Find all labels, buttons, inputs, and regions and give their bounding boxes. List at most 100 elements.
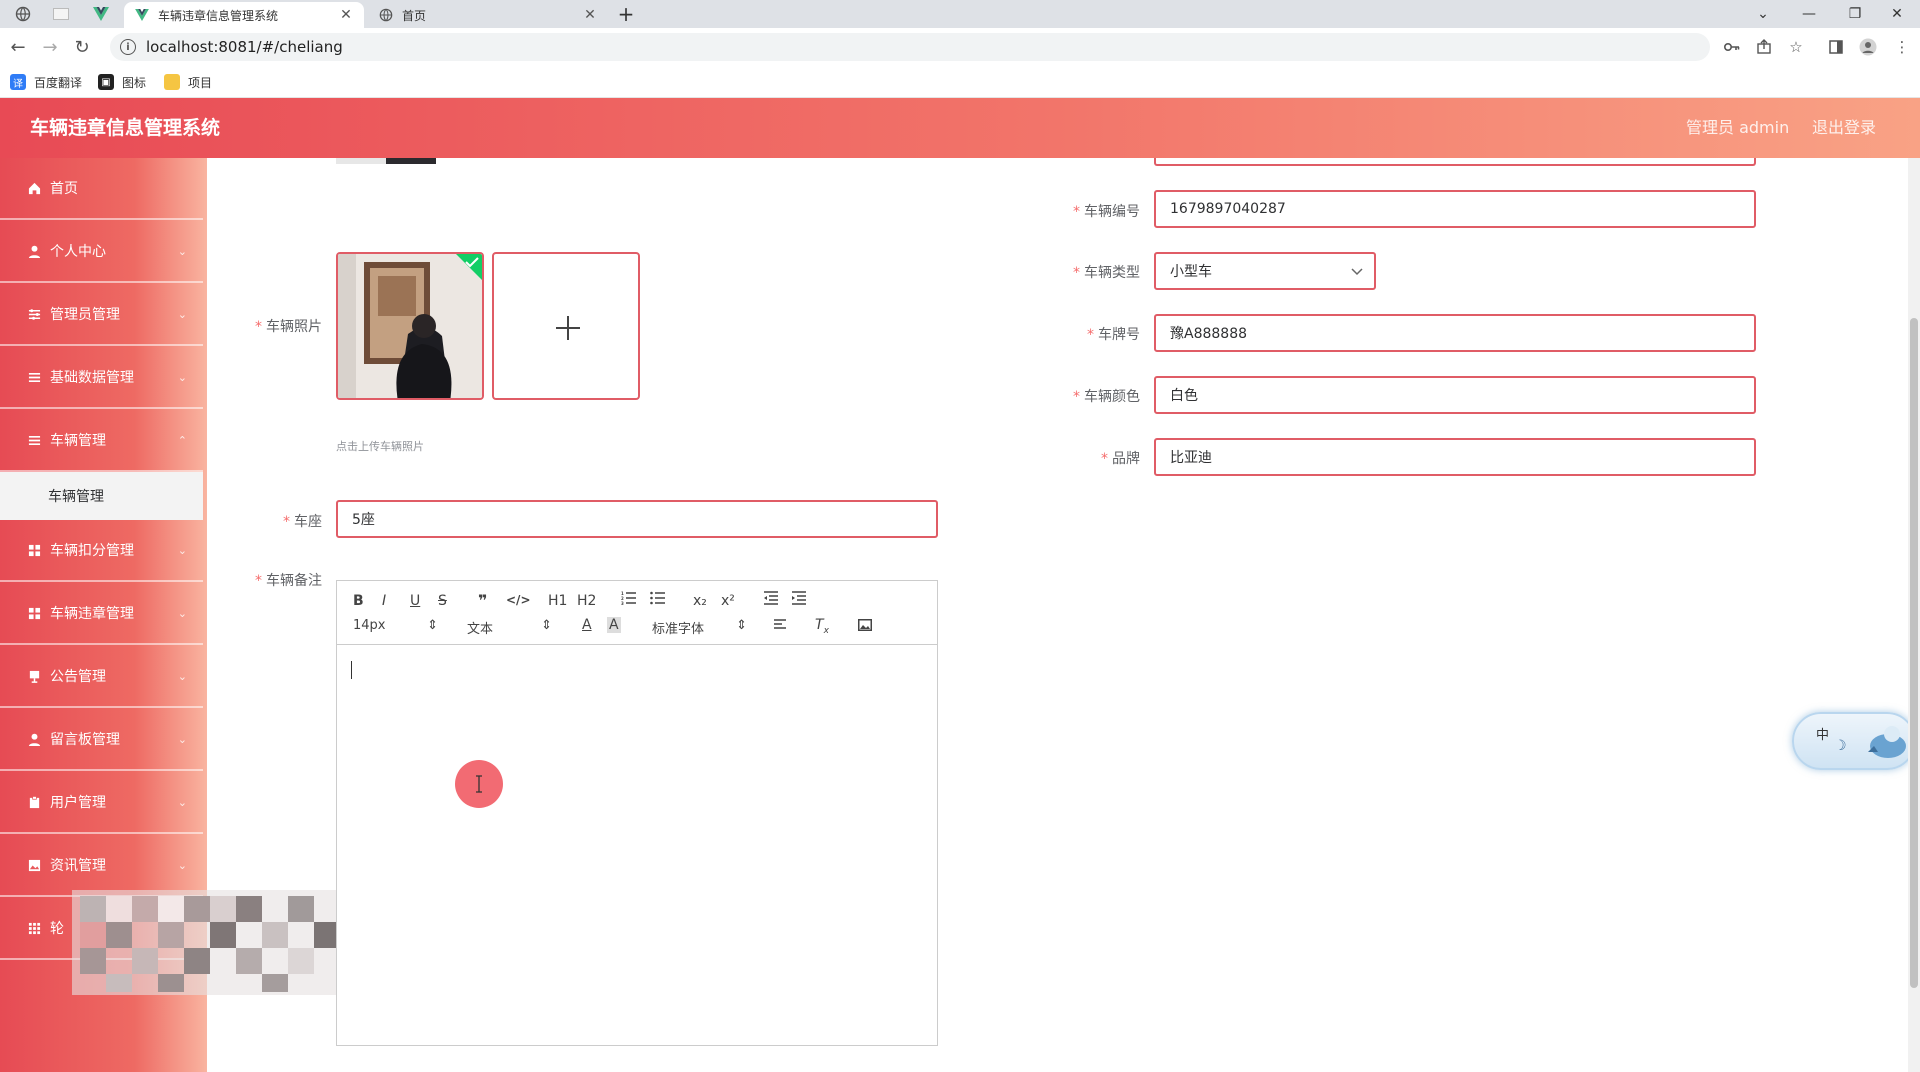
font-family-select[interactable]: 标准字体 ⇕ (652, 618, 747, 637)
page-scrollbar[interactable] (1908, 158, 1920, 1072)
back-icon[interactable]: ← (6, 35, 30, 59)
sidebar-item-vehicle-management[interactable]: 车辆管理 ⌃ (0, 410, 203, 472)
font-family-value: 标准字体 (652, 622, 705, 637)
sidebar-panel-icon[interactable] (1826, 37, 1846, 57)
brand-input[interactable]: 比亚迪 (1154, 438, 1756, 476)
key-icon[interactable] (1722, 37, 1742, 57)
sidebar-item-message-board[interactable]: 留言板管理 ⌄ (0, 709, 203, 771)
ordered-list-icon[interactable]: 123 (621, 591, 637, 609)
font-color-icon[interactable]: A (582, 617, 592, 633)
profile-icon[interactable] (1858, 37, 1878, 57)
bullet-list-icon[interactable] (650, 591, 666, 609)
bookmark-baidu-translate[interactable]: 译 百度翻译 (10, 73, 82, 91)
menu-dots-icon[interactable]: ⋮ (1892, 37, 1912, 57)
sidebar-item-basic-data[interactable]: 基础数据管理 ⌄ (0, 347, 203, 409)
color-label-text: 车辆颜色 (1084, 389, 1140, 405)
globe-icon[interactable] (8, 3, 38, 25)
image-icon (26, 857, 42, 873)
seat-input[interactable]: 5座 (336, 500, 938, 538)
close-icon[interactable]: ✕ (582, 7, 598, 23)
tab-active[interactable]: 车辆违章信息管理系统 ✕ (124, 2, 364, 28)
new-tab-button[interactable]: + (614, 2, 638, 26)
reload-icon[interactable]: ↻ (70, 35, 94, 59)
vehicle-number-input[interactable]: 1679897040287 (1154, 190, 1756, 228)
sidebar-item-users[interactable]: 用户管理 ⌄ (0, 772, 203, 834)
share-icon[interactable] (1754, 37, 1774, 57)
scrolled-image-remnant (336, 158, 386, 164)
bookmark-project[interactable]: 项目 (164, 73, 212, 91)
quote-icon[interactable]: ❞ (478, 591, 487, 610)
sidebar-item-vehicle-points[interactable]: 车辆扣分管理 ⌄ (0, 520, 203, 582)
heading2-button[interactable]: H2 (577, 593, 596, 609)
italic-button[interactable]: I (382, 593, 386, 609)
code-icon[interactable]: </> (506, 593, 531, 607)
sidebar-item-admin-management[interactable]: 管理员管理 ⌄ (0, 284, 203, 346)
sidebar-item-label: 用户管理 (50, 795, 106, 811)
info-icon[interactable]: i (120, 39, 136, 55)
remark-editor[interactable]: B I U S ❞ </> H1 H2 123 x₂ x² 14px ⇕ 文本 … (336, 580, 938, 1046)
browser-tab-bar: 车辆违章信息管理系统 ✕ 首页 ✕ + ⌄ — ❐ ✕ (0, 0, 1920, 28)
forward-icon[interactable]: → (38, 35, 62, 59)
tab-title: 首页 (402, 8, 427, 23)
sidebar-item-label: 轮 (50, 921, 64, 937)
superscript-button[interactable]: x² (721, 593, 735, 609)
bookmark-icons[interactable]: ▣ 图标 (98, 73, 146, 91)
background-color-icon[interactable]: A (607, 617, 621, 633)
block-format-select[interactable]: 文本 ⇕ (467, 618, 552, 637)
scrollbar-thumb[interactable] (1910, 318, 1918, 988)
restore-icon[interactable]: ❐ (1832, 0, 1878, 28)
outdent-icon[interactable] (763, 591, 779, 609)
type-label-text: 车辆类型 (1084, 265, 1140, 281)
vue-logo-icon[interactable] (86, 3, 116, 25)
app-title: 车辆违章信息管理系统 (30, 117, 221, 139)
sidebar-item-label: 车辆管理 (50, 433, 106, 449)
logout-link[interactable]: 退出登录 (1812, 98, 1876, 158)
clear-format-icon[interactable]: Tx (815, 617, 829, 636)
minimize-icon[interactable]: — (1786, 0, 1832, 28)
star-icon[interactable]: ☆ (1786, 37, 1806, 57)
app-header: 车辆违章信息管理系统 管理员 admin 退出登录 (0, 98, 1920, 158)
insert-image-icon[interactable] (858, 619, 872, 635)
upload-add-button[interactable] (492, 252, 640, 400)
sidebar-item-vehicle-violations[interactable]: 车辆违章管理 ⌄ (0, 583, 203, 645)
sidebar-item-home[interactable]: 首页 (0, 158, 203, 220)
chevron-down-icon[interactable]: ⌄ (1740, 0, 1786, 28)
upload-tip: 点击上传车辆照片 (336, 440, 424, 453)
blank-tab-icon[interactable] (46, 3, 76, 25)
user-icon (26, 731, 42, 747)
close-window-icon[interactable]: ✕ (1874, 0, 1920, 28)
vehicle-type-select[interactable]: 小型车 (1154, 252, 1376, 290)
close-icon[interactable]: ✕ (338, 7, 354, 23)
bold-button[interactable]: B (353, 593, 364, 609)
sidebar-subitem-vehicle-management[interactable]: 车辆管理 (0, 472, 203, 520)
number-label: * 车辆编号 (1073, 204, 1140, 220)
url-field[interactable]: i localhost:8081/#/cheliang (110, 33, 1710, 61)
vehicle-photo-image (338, 254, 482, 398)
vehicle-photo-thumbnail[interactable] (336, 252, 484, 400)
plate-number-input[interactable]: 豫A888888 (1154, 314, 1756, 352)
sidebar-item-personal-center[interactable]: 个人中心 ⌄ (0, 221, 203, 283)
brand-label: * 品牌 (1101, 451, 1140, 467)
tab-home[interactable]: 首页 ✕ (368, 2, 608, 28)
chevron-down-icon: ⌄ (177, 308, 187, 321)
font-size-select[interactable]: 14px ⇕ (353, 618, 438, 633)
url-text: localhost:8081/#/cheliang (146, 38, 343, 56)
user-icon (26, 243, 42, 259)
sidebar-item-label: 留言板管理 (50, 732, 120, 748)
notice-icon (26, 668, 42, 684)
sidebar-item-news[interactable]: 资讯管理 ⌄ (0, 835, 203, 897)
list-icon (26, 369, 42, 385)
plus-icon (556, 316, 580, 340)
underline-button[interactable]: U (410, 593, 420, 609)
ime-widget[interactable]: 中 ☽ (1792, 712, 1916, 770)
vehicle-color-input[interactable]: 白色 (1154, 376, 1756, 414)
ime-mascot-icon (1868, 726, 1906, 758)
heading1-button[interactable]: H1 (548, 593, 567, 609)
strike-button[interactable]: S (438, 593, 447, 609)
bookmark-label: 项目 (188, 75, 213, 90)
subscript-button[interactable]: x₂ (693, 593, 707, 609)
align-icon[interactable] (773, 619, 787, 635)
indent-icon[interactable] (791, 591, 807, 609)
sidebar-item-notices[interactable]: 公告管理 ⌄ (0, 646, 203, 708)
chevron-down-icon: ⌄ (177, 733, 187, 746)
